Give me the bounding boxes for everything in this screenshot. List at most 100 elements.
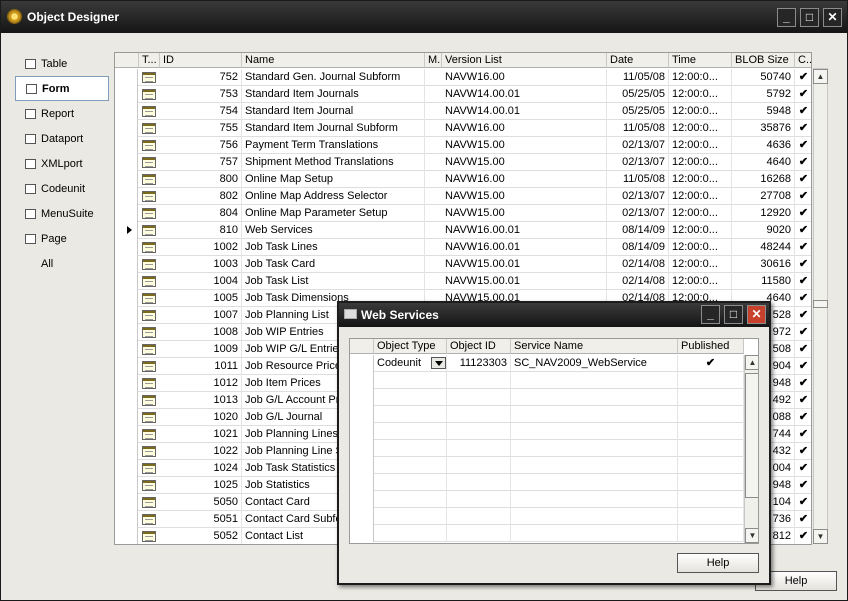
sidebar-item-form[interactable]: Form xyxy=(15,76,109,101)
dialog-cell-service-name[interactable] xyxy=(511,372,678,389)
dialog-cell-service-name[interactable] xyxy=(511,423,678,440)
cell-time[interactable]: 12:00:0... xyxy=(669,154,732,171)
column-header-compiled[interactable]: C... xyxy=(795,53,811,68)
table-row[interactable]: 757 Shipment Method Translations NAVW15.00… xyxy=(115,154,811,171)
maximize-button[interactable]: □ xyxy=(800,8,819,27)
dialog-cell-service-name[interactable] xyxy=(511,491,678,508)
column-header-id[interactable]: ID xyxy=(160,53,242,68)
dialog-title-bar[interactable]: Web Services _ □ ✕ xyxy=(339,303,769,327)
dialog-scroll-down-button[interactable]: ▼ xyxy=(745,528,758,543)
dialog-row-selector[interactable] xyxy=(350,423,374,440)
cell-time[interactable]: 12:00:0... xyxy=(669,137,732,154)
cell-compiled[interactable]: ✔ xyxy=(795,307,811,324)
cell-blob[interactable]: 4636 xyxy=(732,137,795,154)
table-row[interactable]: 1004 Job Task List NAVW15.00.01 02/14/08 12:… xyxy=(115,273,811,290)
column-header-type[interactable]: T... xyxy=(139,53,160,68)
row-selector[interactable] xyxy=(115,256,138,273)
cell-blob[interactable]: 27708 xyxy=(732,188,795,205)
table-row[interactable]: 1002 Job Task Lines NAVW16.00.01 08/14/09 12… xyxy=(115,239,811,256)
dialog-empty-row[interactable] xyxy=(350,440,744,457)
sidebar-item-page[interactable]: Page xyxy=(15,226,109,251)
dialog-row-selector[interactable] xyxy=(350,440,374,457)
cell-date[interactable]: 02/13/07 xyxy=(607,137,669,154)
row-selector[interactable] xyxy=(115,205,138,222)
dialog-row-selector[interactable] xyxy=(350,474,374,491)
row-selector[interactable] xyxy=(115,69,138,86)
cell-id[interactable]: 1003 xyxy=(160,256,242,273)
cell-version[interactable]: NAVW16.00 xyxy=(442,120,607,137)
row-selector[interactable] xyxy=(115,307,138,324)
title-bar[interactable]: Object Designer _ □ ✕ xyxy=(1,1,847,33)
dialog-cell-published[interactable] xyxy=(678,525,744,542)
cell-time[interactable]: 12:00:0... xyxy=(669,120,732,137)
dialog-cell-object-type[interactable] xyxy=(374,389,447,406)
cell-id[interactable]: 754 xyxy=(160,103,242,120)
cell-compiled[interactable]: ✔ xyxy=(795,256,811,273)
row-selector[interactable] xyxy=(115,86,138,103)
cell-compiled[interactable]: ✔ xyxy=(795,120,811,137)
dialog-cell-service-name[interactable] xyxy=(511,525,678,542)
cell-time[interactable]: 12:00:0... xyxy=(669,86,732,103)
dialog-cell-object-id[interactable] xyxy=(447,525,511,542)
dialog-cell-object-type[interactable] xyxy=(374,406,447,423)
cell-version[interactable]: NAVW14.00.01 xyxy=(442,86,607,103)
cell-date[interactable]: 05/25/05 xyxy=(607,86,669,103)
object-list-scrollbar[interactable]: ▲ ▼ xyxy=(813,68,828,544)
cell-compiled[interactable]: ✔ xyxy=(795,273,811,290)
cell-compiled[interactable]: ✔ xyxy=(795,86,811,103)
cell-id[interactable]: 810 xyxy=(160,222,242,239)
dialog-empty-row[interactable] xyxy=(350,525,744,542)
cell-version[interactable]: NAVW15.00 xyxy=(442,154,607,171)
cell-id[interactable]: 1020 xyxy=(160,409,242,426)
dialog-empty-row[interactable] xyxy=(350,389,744,406)
cell-id[interactable]: 5051 xyxy=(160,511,242,528)
cell-version[interactable]: NAVW15.00 xyxy=(442,137,607,154)
row-selector[interactable] xyxy=(115,103,138,120)
dialog-minimize-button[interactable]: _ xyxy=(701,305,720,324)
dialog-row-selector[interactable] xyxy=(350,389,374,406)
row-selector[interactable] xyxy=(115,188,138,205)
row-selector[interactable] xyxy=(115,528,138,544)
cell-compiled[interactable]: ✔ xyxy=(795,443,811,460)
cell-version[interactable]: NAVW16.00 xyxy=(442,171,607,188)
cell-name[interactable]: Online Map Setup xyxy=(242,171,425,188)
cell-date[interactable]: 11/05/08 xyxy=(607,69,669,86)
cell-name[interactable]: Standard Item Journals xyxy=(242,86,425,103)
cell-compiled[interactable]: ✔ xyxy=(795,528,811,544)
dialog-cell-object-type[interactable] xyxy=(374,457,447,474)
cell-compiled[interactable]: ✔ xyxy=(795,137,811,154)
dialog-cell-object-id[interactable] xyxy=(447,474,511,491)
row-selector[interactable] xyxy=(115,120,138,137)
dialog-row-selector[interactable] xyxy=(350,525,374,542)
dialog-cell-object-type[interactable] xyxy=(374,372,447,389)
sidebar-item-xmlport[interactable]: XMLport xyxy=(15,151,109,176)
cell-name[interactable]: Web Services xyxy=(242,222,425,239)
dialog-cell-service-name[interactable]: SC_NAV2009_WebService xyxy=(511,355,678,372)
dialog-help-button[interactable]: Help xyxy=(677,553,759,573)
row-selector[interactable] xyxy=(115,222,138,239)
cell-name[interactable]: Standard Gen. Journal Subform xyxy=(242,69,425,86)
cell-date[interactable]: 02/13/07 xyxy=(607,154,669,171)
cell-compiled[interactable]: ✔ xyxy=(795,494,811,511)
cell-id[interactable]: 1021 xyxy=(160,426,242,443)
cell-date[interactable]: 02/13/07 xyxy=(607,205,669,222)
dialog-row-selector[interactable] xyxy=(350,457,374,474)
table-row[interactable]: 755 Standard Item Journal Subform NAVW16.0… xyxy=(115,120,811,137)
dialog-empty-row[interactable] xyxy=(350,423,744,440)
cell-version[interactable]: NAVW15.00 xyxy=(442,205,607,222)
cell-id[interactable]: 804 xyxy=(160,205,242,222)
dialog-row-selector[interactable] xyxy=(350,372,374,389)
dialog-cell-object-type[interactable] xyxy=(374,491,447,508)
row-selector[interactable] xyxy=(115,239,138,256)
cell-id[interactable]: 1012 xyxy=(160,375,242,392)
dialog-cell-published[interactable] xyxy=(678,491,744,508)
cell-name[interactable]: Job Task Lines xyxy=(242,239,425,256)
sidebar-item-all[interactable]: All xyxy=(15,251,109,276)
cell-blob[interactable]: 11580 xyxy=(732,273,795,290)
dialog-cell-published[interactable]: ✔ xyxy=(678,355,744,372)
dialog-cell-object-id[interactable] xyxy=(447,372,511,389)
cell-blob[interactable]: 48244 xyxy=(732,239,795,256)
cell-blob[interactable]: 16268 xyxy=(732,171,795,188)
cell-compiled[interactable]: ✔ xyxy=(795,341,811,358)
dialog-cell-object-id[interactable] xyxy=(447,423,511,440)
